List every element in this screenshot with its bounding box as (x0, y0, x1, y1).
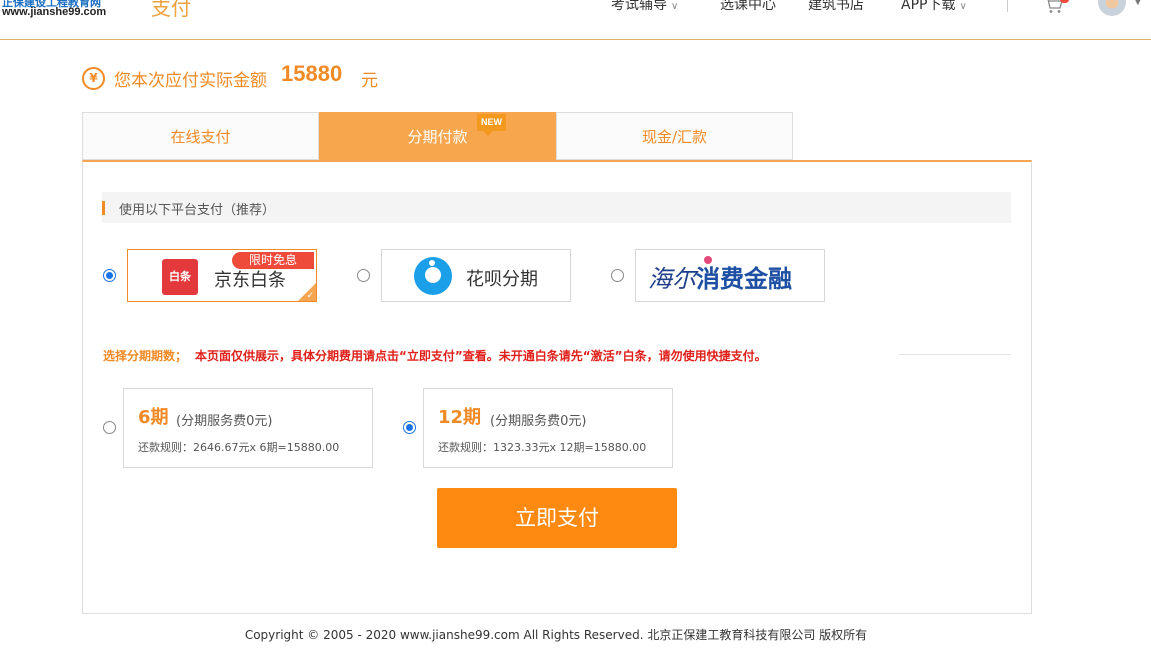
yen-icon: ¥ (82, 67, 105, 90)
chevron-down-icon[interactable]: ▼ (1134, 0, 1142, 7)
period-radio-6[interactable] (103, 421, 116, 434)
tab-installment[interactable]: 分期付款 (319, 112, 556, 160)
installment-notice: 选择分期期数； 本页面仅供展示，具体分期费用请点击“立即支付”查看。未开通白条请先… (103, 347, 767, 364)
period-rule: 还款规则：1323.33元x 12期=15880.00 (438, 441, 647, 454)
jd-baitiao-logo: 白条 (162, 259, 198, 295)
chevron-down-icon: ∨ (671, 1, 679, 12)
site-logo[interactable]: 正保建设工程教育网 www.jianshe99.com (0, 0, 130, 22)
chevron-down-icon: ∨ (959, 1, 967, 12)
notice-label: 选择分期期数； (103, 349, 188, 363)
huabei-logo-icon (414, 257, 452, 295)
payment-tabs: 在线支付 分期付款 现金/汇款 (82, 112, 794, 160)
period-option-12[interactable]: 12期 (分期服务费0元) 还款规则：1323.33元x 12期=15880.0… (423, 388, 673, 468)
avatar[interactable] (1098, 0, 1126, 16)
nav-label: APP下载 (901, 0, 956, 13)
tab-online-payment[interactable]: 在线支付 (82, 112, 319, 160)
nav-divider (1007, 0, 1008, 12)
period-rule: 还款规则：2646.67元x 6期=15880.00 (138, 441, 340, 454)
platform-radio-jd[interactable] (103, 269, 116, 282)
platform-haier-finance[interactable]: 海尔消费金融 (635, 249, 825, 302)
period-radio-12[interactable] (403, 421, 416, 434)
section-title: 使用以下平台支付（推荐） (119, 203, 276, 218)
period-option-6[interactable]: 6期 (分期服务费0元) 还款规则：2646.67元x 6期=15880.00 (123, 388, 373, 468)
new-badge: NEW (477, 114, 506, 136)
nav-course-center[interactable]: 选课中心 (720, 0, 776, 14)
platform-radio-haier[interactable] (611, 269, 624, 282)
platform-radio-huabei[interactable] (357, 269, 370, 282)
platform-huabei[interactable]: 花呗分期 (381, 249, 571, 302)
amount-value: 15880 (281, 61, 343, 86)
amount-unit: 元 (361, 71, 378, 91)
period-fee: (分期服务费0元) (176, 414, 273, 429)
logo-url: www.jianshe99.com (2, 6, 107, 18)
nav-label: 选课中心 (720, 0, 776, 13)
tab-cash-remittance[interactable]: 现金/汇款 (556, 112, 793, 160)
platform-name: 花呗分期 (466, 269, 538, 290)
nav-exam-tutoring[interactable]: 考试辅导 ∨ (611, 0, 678, 14)
check-icon: ✓ (306, 291, 314, 301)
notice-message: 本页面仅供展示，具体分期费用请点击“立即支付”查看。未开通白条请先“激活”白条，… (195, 349, 767, 363)
top-header: 正保建设工程教育网 www.jianshe99.com 支付 考试辅导 ∨ 选课中… (0, 0, 1151, 40)
haier-finance-logo: 海尔消费金融 (648, 264, 792, 293)
pay-now-button[interactable]: 立即支付 (437, 488, 677, 548)
nav-bookstore[interactable]: 建筑书店 (808, 0, 864, 14)
period-fee: (分期服务费0元) (490, 414, 587, 429)
platform-name: 京东白条 (214, 270, 286, 291)
star-icon (704, 256, 712, 264)
cart-badge (1060, 0, 1069, 3)
platform-section-header: 使用以下平台支付（推荐） (102, 192, 1011, 223)
platform-jd-baitiao[interactable]: 白条 京东白条 限时免息 ✓ (127, 249, 317, 302)
nav-app-download[interactable]: APP下载 ∨ (901, 0, 967, 14)
divider (899, 354, 1011, 355)
nav-label: 考试辅导 (611, 0, 667, 13)
nav-label: 建筑书店 (808, 0, 864, 13)
promo-badge: 限时免息 (232, 252, 314, 269)
page-title: 支付 (151, 0, 191, 20)
footer-copyright: Copyright © 2005 - 2020 www.jianshe99.co… (244, 628, 868, 642)
period-count: 12期 (438, 407, 482, 428)
section-marker (102, 201, 105, 215)
period-count: 6期 (138, 407, 169, 428)
amount-label: 您本次应付实际金额 (114, 71, 267, 91)
